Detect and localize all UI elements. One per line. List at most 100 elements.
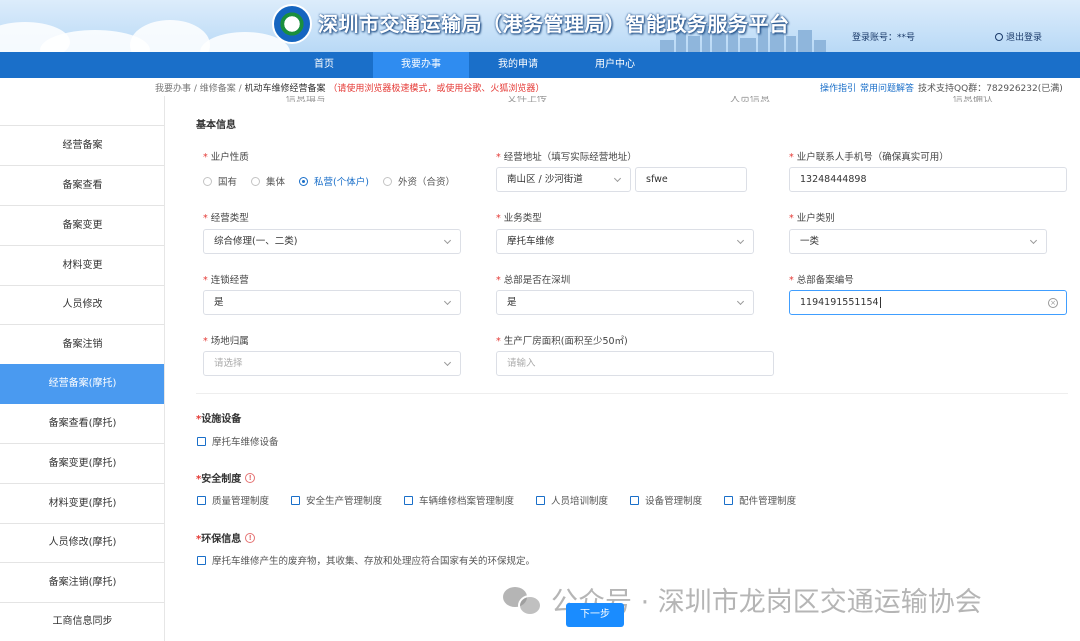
breadcrumb: 我要办事 / 维修备案 / 机动车维修经营备案 （请使用浏览器极速模式，或使用谷… <box>155 81 544 94</box>
sidebar-item-view-moto[interactable]: 备案查看(摩托) <box>0 404 164 444</box>
label-service-type: * 业务类型 <box>496 213 542 224</box>
sidebar-item-personnel-moto[interactable]: 人员修改(摩托) <box>0 523 164 563</box>
bureau-logo <box>272 4 312 44</box>
nav-user-center[interactable]: 用户中心 <box>567 52 663 78</box>
chevron-down-icon <box>1029 236 1038 245</box>
label-ownership: * 业户性质 <box>203 152 249 163</box>
sidebar-item-material-moto[interactable]: 材料变更(摩托) <box>0 484 164 524</box>
chevron-down-icon <box>613 174 622 183</box>
checkbox-icon <box>197 555 206 565</box>
label-hq-record-no: * 总部备案编号 <box>789 275 854 286</box>
phone-input[interactable]: 13248444898 <box>789 167 1067 192</box>
help-links: 操作指引 常用问题解答 技术支持QQ群：782926232(已满) <box>820 81 1063 94</box>
nav-my-applications[interactable]: 我的申请 <box>470 52 566 78</box>
checkbox-icon <box>724 495 734 505</box>
sidebar-item-record-moto[interactable]: 经营备案(摩托) <box>0 364 164 404</box>
nav-services[interactable]: 我要办事 <box>373 52 469 78</box>
main-nav: 首页 我要办事 我的申请 用户中心 <box>0 52 1080 78</box>
sidebar-item-cancel[interactable]: 备案注销 <box>0 325 164 365</box>
chevron-down-icon <box>443 236 452 245</box>
business-type-select[interactable]: 综合修理(一、二类) <box>203 229 461 254</box>
label-factory-area: * 生产厂房面积(面积至少50㎡) <box>496 336 628 347</box>
checkbox-icon <box>404 495 414 505</box>
sidebar-item-record[interactable]: 经营备案 <box>0 126 164 166</box>
checkbox-icon <box>197 495 206 505</box>
label-address: * 经营地址（填写实际经营地址） <box>496 152 637 163</box>
radio-private[interactable]: 私营(个体户) <box>299 174 369 188</box>
radio-circle-icon <box>251 176 261 186</box>
browser-warning: （请使用浏览器极速模式，或使用谷歌、火狐浏览器） <box>328 84 545 94</box>
address-detail-input[interactable]: sfwe <box>635 167 747 192</box>
sidebar-item-change-moto[interactable]: 备案变更(摩托) <box>0 444 164 484</box>
breadcrumb-current: 机动车维修经营备案 <box>244 84 326 94</box>
faq-link[interactable]: 常用问题解答 <box>860 84 914 94</box>
label-site-ownership: * 场地归属 <box>203 336 249 347</box>
login-account: 登录账号：**号 <box>852 33 916 43</box>
label-owner-category: * 业户类别 <box>789 213 835 224</box>
sidebar-item-cancel-moto[interactable]: 备案注销(摩托) <box>0 563 164 603</box>
sidebar-item-sync[interactable]: 工商信息同步 <box>0 602 164 641</box>
checkbox-parts-mgmt[interactable]: 配件管理制度 <box>724 493 796 507</box>
chevron-down-icon <box>736 236 745 245</box>
label-business-type: * 经营类型 <box>203 213 249 224</box>
facilities-checkboxes: 摩托车维修设备 <box>197 434 279 448</box>
safety-checkboxes: 质量管理制度 安全生产管理制度 车辆维修档案管理制度 人员培训制度 设备管理制度… <box>197 493 796 507</box>
sidebar-item-personnel[interactable]: 人员修改 <box>0 285 164 325</box>
radio-collective[interactable]: 集体 <box>251 174 285 188</box>
checkbox-safety-production[interactable]: 安全生产管理制度 <box>291 493 382 507</box>
checkbox-moto-equipment[interactable]: 摩托车维修设备 <box>197 434 279 448</box>
breadcrumb-bar: 我要办事 / 维修备案 / 机动车维修经营备案 （请使用浏览器极速模式，或使用谷… <box>0 78 1080 96</box>
chevron-down-icon <box>443 297 452 306</box>
checkbox-env-waste[interactable]: 摩托车维修产生的废弃物，其收集、存放和处理应符合国家有关的环保规定。 <box>197 553 535 567</box>
site-title: 深圳市交通运输局（港务管理局）智能政务服务平台 <box>318 12 790 36</box>
info-icon[interactable]: ! <box>245 532 256 543</box>
chevron-down-icon <box>736 297 745 306</box>
next-step-button[interactable]: 下一步 <box>566 603 624 627</box>
power-icon <box>995 32 1003 41</box>
label-hq-in-shenzhen: * 总部是否在深圳 <box>496 275 571 286</box>
address-district-select[interactable]: 南山区 / 沙河街道 <box>496 167 631 192</box>
safety-title: *安全制度! <box>196 470 256 485</box>
label-phone: * 业户联系人手机号（确保真实可用） <box>789 152 949 163</box>
checkbox-repair-archive[interactable]: 车辆维修档案管理制度 <box>404 493 514 507</box>
factory-area-input[interactable]: 请输入 <box>496 351 774 376</box>
radio-circle-icon <box>382 176 392 186</box>
service-type-select[interactable]: 摩托车维修 <box>496 229 754 254</box>
logout-link[interactable]: 退出登录 <box>995 30 1042 43</box>
chain-select[interactable]: 是 <box>203 290 461 315</box>
hq-record-no-input[interactable]: 1194191551154 × <box>789 290 1067 315</box>
cloud-decoration <box>130 20 210 52</box>
checkbox-icon <box>291 495 301 505</box>
environment-checkboxes: 摩托车维修产生的废弃物，其收集、存放和处理应符合国家有关的环保规定。 <box>197 553 535 567</box>
site-ownership-select[interactable]: 请选择 <box>203 351 461 376</box>
checkbox-icon <box>536 495 546 505</box>
checkbox-equipment-mgmt[interactable]: 设备管理制度 <box>630 493 702 507</box>
radio-state-owned[interactable]: 国有 <box>203 174 237 188</box>
sidebar-item-change[interactable]: 备案变更 <box>0 206 164 246</box>
radio-circle-icon <box>203 176 212 186</box>
wechat-icon <box>503 585 543 616</box>
radio-foreign[interactable]: 外资（合资） <box>382 174 455 188</box>
checkbox-icon <box>197 436 206 446</box>
checkbox-quality[interactable]: 质量管理制度 <box>197 493 269 507</box>
sidebar-item-clipped[interactable] <box>0 96 164 126</box>
divider <box>196 393 1068 394</box>
sidebar-item-view[interactable]: 备案查看 <box>0 166 164 206</box>
breadcrumb-path[interactable]: 我要办事 / 维修备案 / <box>155 84 245 94</box>
hq-in-shenzhen-select[interactable]: 是 <box>496 290 754 315</box>
nav-home[interactable]: 首页 <box>276 52 372 78</box>
owner-category-select[interactable]: 一类 <box>789 229 1047 254</box>
info-icon[interactable]: ! <box>245 472 256 483</box>
clear-icon[interactable]: × <box>1048 298 1058 308</box>
label-chain: * 连锁经营 <box>203 275 249 286</box>
radio-checked-icon <box>299 176 309 186</box>
ownership-radio-group: 国有 集体 私营(个体户) 外资（合资） <box>203 174 455 188</box>
support-info: 技术支持QQ群：782926232(已满) <box>918 84 1063 94</box>
section-title-basic: 基本信息 <box>196 120 236 131</box>
guide-link[interactable]: 操作指引 <box>820 84 856 94</box>
header-banner: 深圳市交通运输局（港务管理局）智能政务服务平台 登录账号：**号 退出登录 <box>0 0 1080 52</box>
facilities-title: *设施设备 <box>196 414 242 425</box>
sidebar-item-material[interactable]: 材料变更 <box>0 246 164 286</box>
sidebar: 经营备案 备案查看 备案变更 材料变更 人员修改 备案注销 经营备案(摩托) 备… <box>0 96 165 641</box>
checkbox-training[interactable]: 人员培训制度 <box>536 493 608 507</box>
